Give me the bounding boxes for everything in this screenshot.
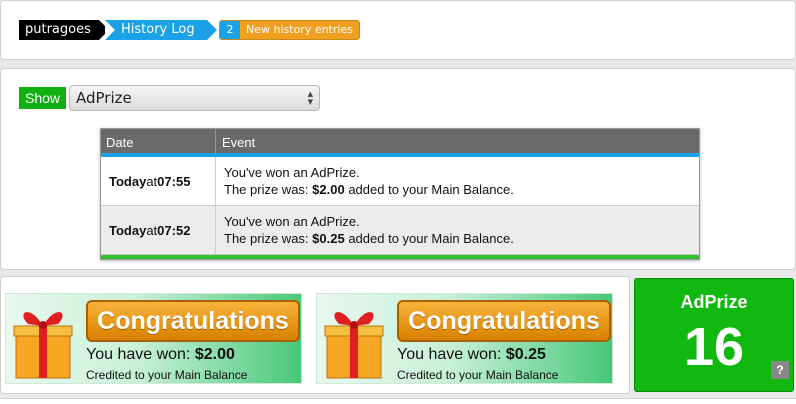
notification-label: New history entries: [240, 21, 359, 39]
column-header-date: Date: [101, 129, 216, 153]
credited-text: Credited to your Main Balance: [86, 368, 248, 382]
prize-banners: Congratulations You have won: $2.00 Cred…: [0, 276, 630, 394]
won-amount-text: You have won: $0.25: [397, 346, 546, 363]
top-bar: putragoes History Log 2 New history entr…: [0, 0, 796, 60]
row-event: You've won an AdPrize. The prize was: $2…: [224, 165, 514, 197]
history-table: Date Event Today at 07:55 You've won an …: [100, 128, 700, 260]
adprize-count: 16: [683, 317, 745, 377]
column-header-event: Event: [222, 135, 256, 150]
credited-text: Credited to your Main Balance: [397, 368, 559, 382]
table-row: Today at 07:55 You've won an AdPrize. Th…: [101, 157, 699, 206]
table-header: Date Event: [101, 129, 699, 157]
notification-count: 2: [220, 21, 240, 39]
footer-strip: [0, 398, 796, 404]
row-event: You've won an AdPrize. The prize was: $0…: [224, 214, 514, 246]
history-filter-select[interactable]: AdPrize ▲ ▼: [69, 85, 320, 111]
row-date: Today at 07:55: [101, 157, 216, 205]
congratulations-heading: Congratulations: [397, 300, 611, 342]
breadcrumb-history-log[interactable]: History Log: [105, 20, 217, 40]
row-date: Today at 07:52: [101, 206, 216, 254]
new-history-badge[interactable]: 2 New history entries: [219, 20, 360, 40]
adprize-counter[interactable]: AdPrize 16 ?: [634, 278, 794, 392]
prize-banner: Congratulations You have won: $0.25 Cred…: [316, 293, 613, 384]
congratulations-heading: Congratulations: [86, 300, 300, 342]
help-icon[interactable]: ?: [771, 361, 789, 379]
gift-icon: [13, 312, 73, 379]
table-row: Today at 07:52 You've won an AdPrize. Th…: [101, 206, 699, 255]
won-amount-text: You have won: $2.00: [86, 346, 235, 363]
show-label: Show: [19, 87, 67, 109]
table-footer-bar: [101, 255, 699, 259]
select-arrows-icon: ▲ ▼: [307, 90, 313, 106]
breadcrumb-user[interactable]: putragoes: [19, 20, 109, 40]
history-panel: Show AdPrize ▲ ▼ Date Event Today at 07:5…: [0, 68, 796, 270]
gift-icon: [324, 312, 384, 379]
adprize-title: AdPrize: [680, 292, 748, 312]
history-filter-value: AdPrize: [76, 89, 132, 107]
prize-banner: Congratulations You have won: $2.00 Cred…: [5, 293, 302, 384]
